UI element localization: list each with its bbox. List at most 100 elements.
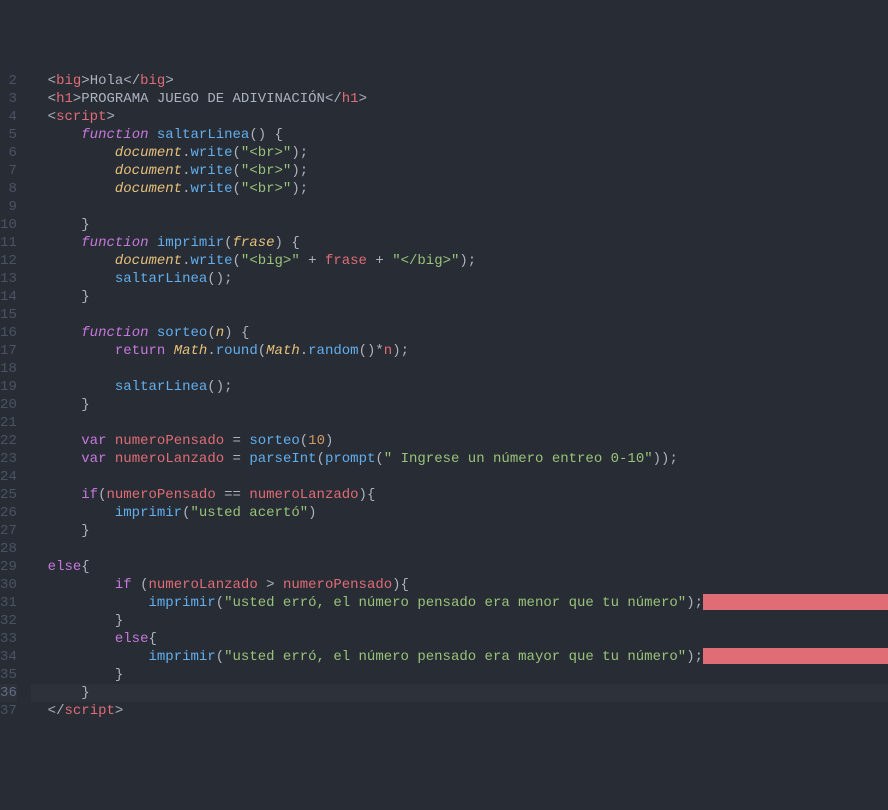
line-number: 36 [0, 684, 17, 702]
token: ( [207, 325, 215, 341]
token [31, 145, 115, 161]
token: numeroLanzado [149, 577, 258, 593]
token: )); [653, 451, 678, 467]
token: < [48, 109, 56, 125]
code-line[interactable]: if (numeroLanzado > numeroPensado){ [31, 576, 888, 594]
token [107, 433, 115, 449]
token: ( [233, 181, 241, 197]
code-line[interactable]: imprimir("usted erró, el número pensado … [31, 648, 888, 666]
token: imprimir [115, 505, 182, 521]
token: { [148, 631, 156, 647]
token: imprimir [148, 649, 215, 665]
token: function [81, 325, 148, 341]
code-line[interactable]: } [31, 684, 888, 702]
line-number: 15 [0, 306, 17, 324]
token: ( [375, 451, 383, 467]
token: + [300, 253, 325, 269]
line-number: 31 [0, 594, 17, 612]
code-line[interactable]: document.write("<big>" + frase + "</big>… [31, 252, 888, 270]
token: Math [174, 343, 208, 359]
line-number: 28 [0, 540, 17, 558]
code-line[interactable] [31, 360, 888, 378]
token: imprimir [148, 595, 215, 611]
code-line[interactable]: } [31, 522, 888, 540]
code-line[interactable]: else{ [31, 630, 888, 648]
token: > [258, 577, 283, 593]
token: . [182, 163, 190, 179]
code-line[interactable]: document.write("<br>"); [31, 180, 888, 198]
code-line[interactable]: imprimir("usted acertó") [31, 504, 888, 522]
line-number: 20 [0, 396, 17, 414]
token: . [182, 181, 190, 197]
code-line[interactable]: var numeroPensado = sorteo(10) [31, 432, 888, 450]
token: random [308, 343, 358, 359]
code-line[interactable]: saltarLinea(); [31, 378, 888, 396]
token [31, 325, 81, 341]
code-area[interactable]: <big>Hola</big> <h1 > PROGRAMA JUEGO DE AD… [31, 72, 888, 720]
code-editor[interactable]: 2345678910111213141516171819202122232425… [0, 72, 888, 720]
code-line[interactable]: } [31, 216, 888, 234]
token: script [56, 109, 106, 125]
token: PROGRAMA JUEGO DE ADIVINACIÓN [81, 91, 325, 107]
token: ( [233, 145, 241, 161]
code-line[interactable]: <h1>PROGRAMA JUEGO DE ADIVINACIÓN</h1> [31, 90, 888, 108]
token: ){ [359, 487, 376, 503]
token: "<big>" [241, 253, 300, 269]
code-line[interactable]: document.write("<br>"); [31, 162, 888, 180]
token: document [115, 163, 182, 179]
code-line[interactable]: return Math.round(Math.random()*n); [31, 342, 888, 360]
token: ); [686, 649, 703, 665]
token [31, 451, 81, 467]
code-line[interactable]: if(numeroPensado == numeroLanzado){ [31, 486, 888, 504]
line-number: 34 [0, 648, 17, 666]
token [31, 271, 115, 287]
code-line[interactable]: else{ [31, 558, 888, 576]
token [31, 127, 81, 143]
token: ( [258, 343, 266, 359]
token: parseInt [249, 451, 316, 467]
token: < [48, 91, 56, 107]
code-line[interactable]: function imprimir(frase) { [31, 234, 888, 252]
token: "<br>" [241, 163, 291, 179]
token: } [31, 685, 90, 701]
token [31, 577, 115, 593]
code-line[interactable] [31, 198, 888, 216]
code-line[interactable] [31, 540, 888, 558]
token [107, 451, 115, 467]
token: h1 [56, 91, 73, 107]
token: ); [392, 343, 409, 359]
code-line[interactable]: function saltarLinea() { [31, 126, 888, 144]
token: big [56, 73, 81, 89]
token: ( [233, 163, 241, 179]
token: "</big>" [392, 253, 459, 269]
code-line[interactable]: } [31, 612, 888, 630]
code-line[interactable] [31, 414, 888, 432]
code-line[interactable]: document.write("<br>"); [31, 144, 888, 162]
token [149, 325, 157, 341]
token: else [48, 559, 82, 575]
code-line[interactable]: <big>Hola</big> [31, 72, 888, 90]
code-line[interactable]: <script> [31, 108, 888, 126]
code-line[interactable]: function sorteo(n) { [31, 324, 888, 342]
token: numeroLanzado [115, 451, 224, 467]
code-line[interactable]: } [31, 288, 888, 306]
line-number: 21 [0, 414, 17, 432]
token: numeroLanzado [249, 487, 358, 503]
token: prompt [325, 451, 375, 467]
token: ( [98, 487, 106, 503]
code-line[interactable]: } [31, 396, 888, 414]
code-line[interactable]: imprimir("usted erró, el número pensado … [31, 594, 888, 612]
line-number: 22 [0, 432, 17, 450]
code-line[interactable]: var numeroLanzado = parseInt(prompt(" In… [31, 450, 888, 468]
token: write [191, 145, 233, 161]
code-line[interactable] [31, 468, 888, 486]
token [31, 559, 48, 575]
code-line[interactable]: } [31, 666, 888, 684]
line-number: 35 [0, 666, 17, 684]
token: . [182, 253, 190, 269]
line-number: 8 [0, 180, 17, 198]
token: ( [233, 253, 241, 269]
code-line[interactable]: saltarLinea(); [31, 270, 888, 288]
code-line[interactable]: </script> [31, 702, 888, 720]
code-line[interactable] [31, 306, 888, 324]
